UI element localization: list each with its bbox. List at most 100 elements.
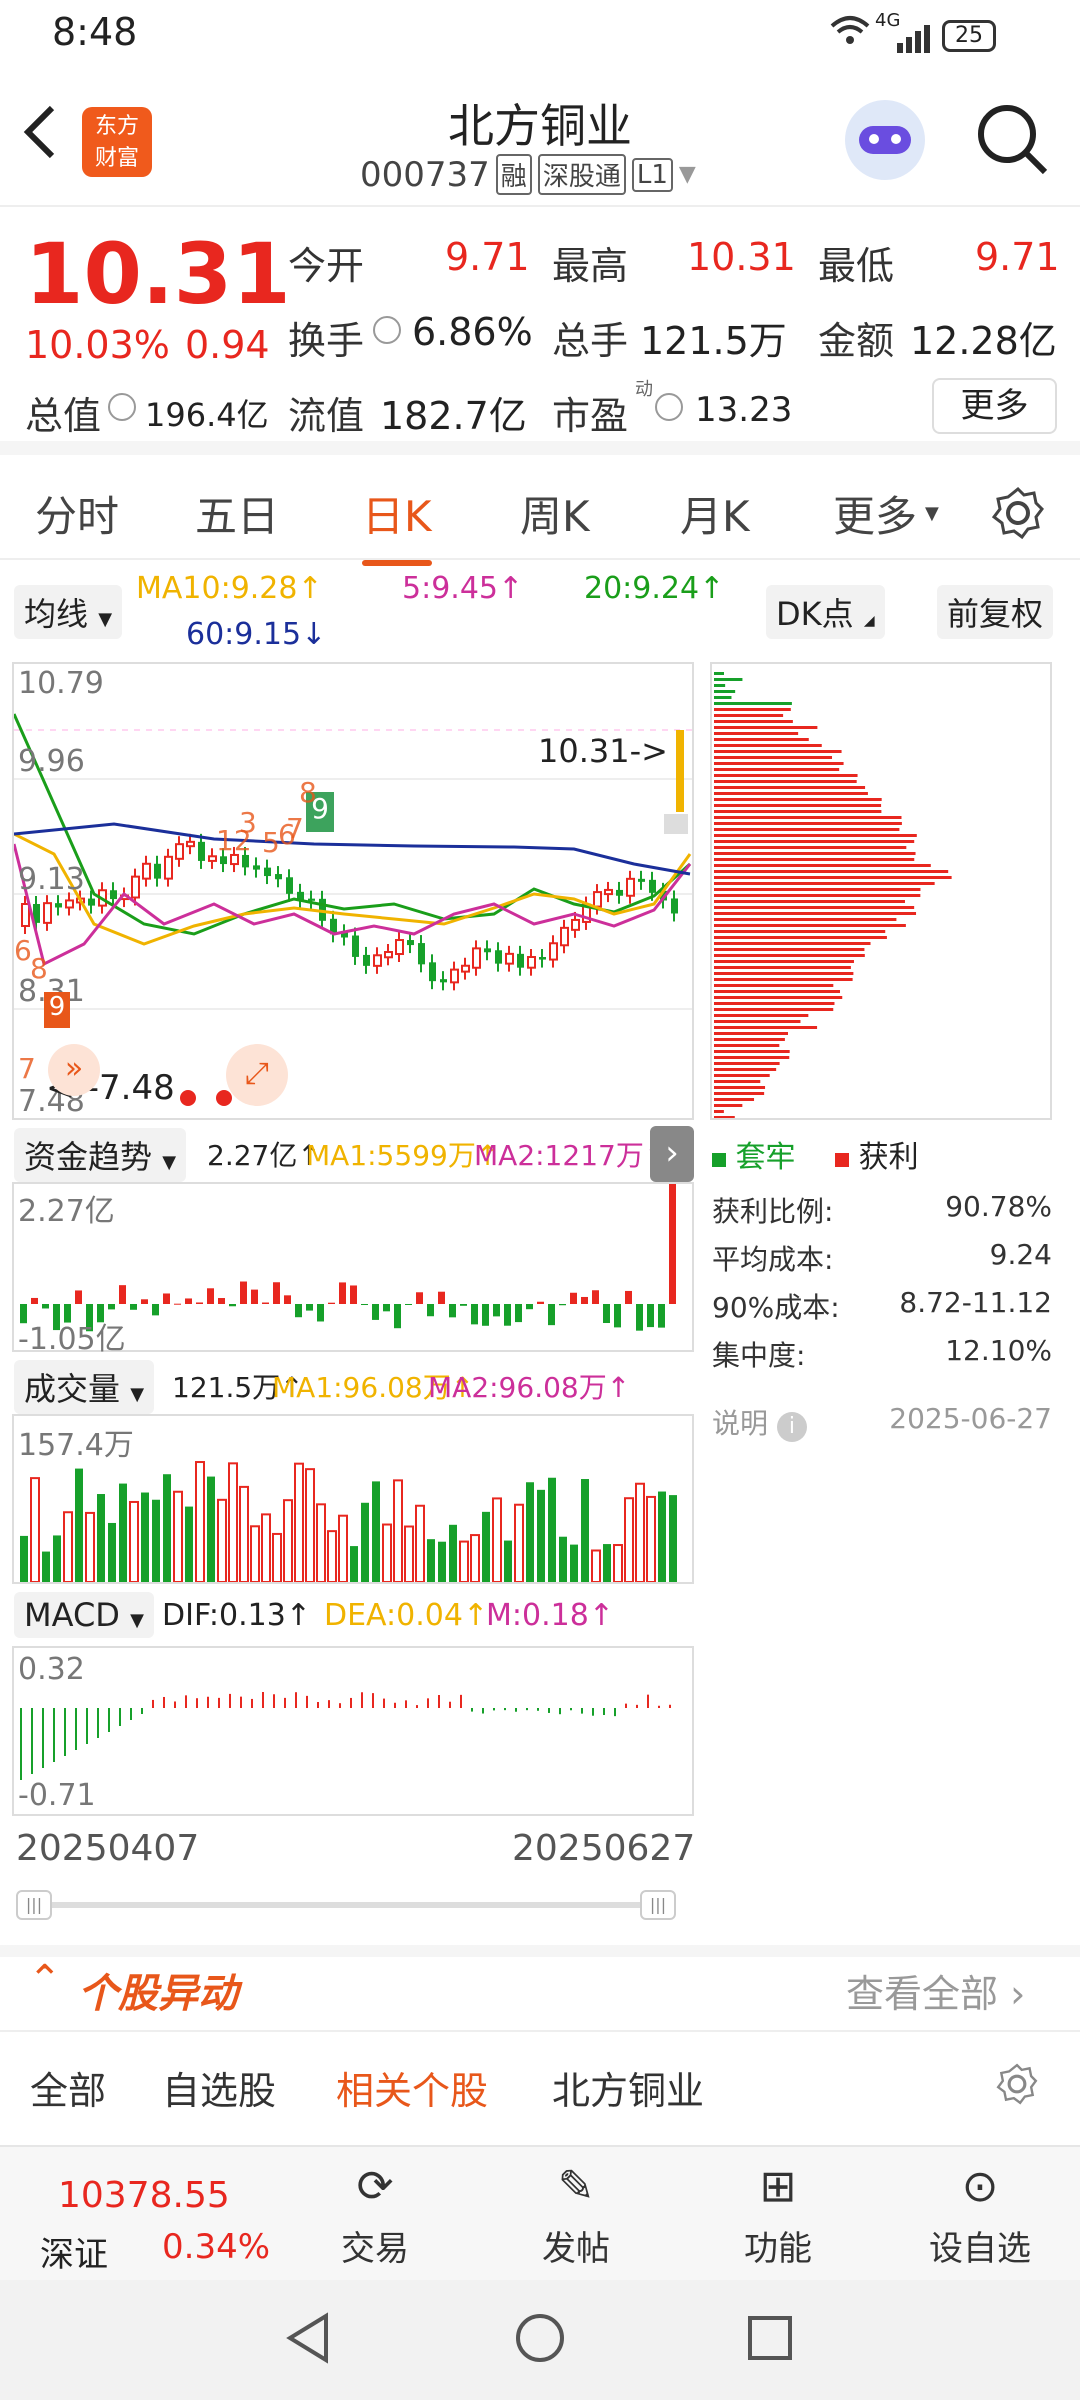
volume-bar <box>669 1495 677 1582</box>
chip-bar <box>714 906 915 909</box>
nav-add-watch[interactable]: ⊙ 设自选 <box>920 2161 1040 2270</box>
recents-square-icon[interactable] <box>742 2310 798 2370</box>
chip-bar <box>714 690 736 693</box>
tab-more[interactable]: 更多 <box>833 483 917 544</box>
quote-panel: 10.31 10.03% 0.94 今开 9.71 最高 10.31 最低 9.… <box>0 210 1080 455</box>
volume-selector[interactable]: 成交量 ▼ <box>14 1360 155 1414</box>
chip-bar <box>714 738 809 741</box>
macd-bar <box>383 1698 385 1708</box>
chip-bar <box>714 768 840 771</box>
fund-bar <box>471 1304 478 1325</box>
tag-level: L1 <box>631 157 673 192</box>
candle <box>440 979 447 983</box>
back-triangle-icon[interactable] <box>280 2310 336 2370</box>
adjust-button[interactable]: 前复权 <box>937 585 1054 639</box>
tab-weekly-k[interactable]: 周K <box>520 483 590 544</box>
home-circle-icon[interactable] <box>512 2310 568 2370</box>
fund-bar <box>427 1304 434 1317</box>
volume-bar <box>30 1477 40 1582</box>
signal-marker: 7 <box>18 1052 36 1085</box>
volume-bar <box>272 1532 282 1582</box>
index-pct[interactable]: 0.34% <box>162 2227 270 2267</box>
chip-bar <box>714 774 858 777</box>
chip-bar <box>714 702 792 705</box>
info-icon[interactable]: i <box>776 1412 807 1442</box>
chip-bar <box>714 1116 735 1118</box>
filter-related[interactable]: 相关个股 <box>336 2060 488 2115</box>
tab-daily-k[interactable]: 日K <box>362 483 432 566</box>
kline-chart[interactable]: 10.79 9.96 9.13 8.31 7.48 10.31-> <--7.4… <box>12 662 694 1120</box>
more-button[interactable]: 更多 <box>932 378 1057 434</box>
macd-m: M:0.18↑ <box>486 1598 614 1633</box>
nav-post[interactable]: ✎ 发帖 <box>516 2161 636 2270</box>
filter-stock[interactable]: 北方铜业 <box>552 2060 704 2115</box>
info-icon[interactable] <box>655 393 683 421</box>
range-scrollbar[interactable]: ||| ||| <box>16 1890 690 1920</box>
macd-bar <box>163 1696 165 1708</box>
info-icon[interactable] <box>108 393 136 421</box>
fund-bar <box>284 1295 291 1304</box>
chip-bar <box>714 846 907 849</box>
index-value[interactable]: 10378.55 <box>58 2175 230 2216</box>
fund-bar <box>31 1297 38 1304</box>
candle <box>88 898 95 906</box>
chip-bar <box>714 930 886 933</box>
macd-bar <box>482 1708 484 1714</box>
chip-bar <box>714 762 844 765</box>
chip-bar <box>714 912 917 915</box>
range-handle-right[interactable]: ||| <box>640 1890 676 1920</box>
macd-bar <box>537 1708 539 1711</box>
dk-point-button[interactable]: DK点 ◢ <box>766 585 885 639</box>
view-all-link[interactable]: 查看全部 › <box>846 1963 1025 2018</box>
range-handle-left[interactable]: ||| <box>16 1890 52 1920</box>
fund-bar <box>196 1302 203 1304</box>
fund-selector[interactable]: 资金趋势 ▼ <box>14 1128 187 1182</box>
info-icon[interactable] <box>373 316 401 344</box>
nav-trade[interactable]: ⟳ 交易 <box>315 2161 435 2270</box>
tab-monthly-k[interactable]: 月K <box>680 483 750 544</box>
indicator-selector[interactable]: 均线 ▼ <box>14 585 123 639</box>
gear-icon[interactable] <box>995 2062 1039 2115</box>
macd-bar <box>526 1708 528 1711</box>
chip-bar <box>714 972 854 975</box>
macd-selector[interactable]: MACD ▼ <box>14 1592 154 1638</box>
volume-bar <box>250 1525 260 1582</box>
candle <box>418 943 425 965</box>
index-name[interactable]: 深证 <box>40 2227 108 2276</box>
movement-title: 个股异动 <box>78 1971 238 2017</box>
macd-bar <box>361 1692 363 1708</box>
concentration-value: 12.10% <box>945 1334 1052 1367</box>
filter-watchlist[interactable]: 自选股 <box>162 2060 276 2115</box>
macd-bar <box>350 1697 352 1708</box>
chip-bar <box>714 1068 777 1071</box>
chevron-right-icon[interactable]: › <box>650 1126 694 1182</box>
search-icon[interactable] <box>975 102 1049 180</box>
fund-bar <box>75 1290 82 1304</box>
volume-bar <box>658 1491 666 1582</box>
macd-bar <box>31 1708 33 1774</box>
gear-icon[interactable] <box>990 485 1046 551</box>
fund-bar <box>460 1304 467 1306</box>
filter-all[interactable]: 全部 <box>30 2060 106 2115</box>
fund-bar <box>394 1304 401 1329</box>
nav-function[interactable]: ⊞ 功能 <box>718 2161 838 2270</box>
robot-avatar-icon[interactable] <box>845 100 925 180</box>
chevron-down-icon[interactable]: ▼ <box>679 162 696 187</box>
legend-loss-swatch <box>712 1153 726 1167</box>
fund-axis-bottom: -1.05亿 <box>18 1322 126 1357</box>
collapse-signals-icon[interactable]: » <box>48 1044 100 1096</box>
macd-bar <box>504 1708 506 1711</box>
candle <box>517 953 524 968</box>
chip-bar <box>714 684 726 687</box>
fund-bar <box>361 1304 368 1306</box>
macd-bar <box>174 1701 176 1708</box>
macd-bar <box>603 1708 605 1716</box>
expand-icon[interactable]: ⤢ <box>226 1044 288 1106</box>
tab-five-day[interactable]: 五日 <box>195 483 279 544</box>
macd-bar <box>581 1708 583 1714</box>
fund-bar <box>372 1304 379 1320</box>
chip-bar <box>714 1020 801 1023</box>
tab-intraday[interactable]: 分时 <box>35 483 119 544</box>
mktcap-value: 196.4亿 <box>145 396 269 434</box>
chip-bar <box>714 780 857 783</box>
